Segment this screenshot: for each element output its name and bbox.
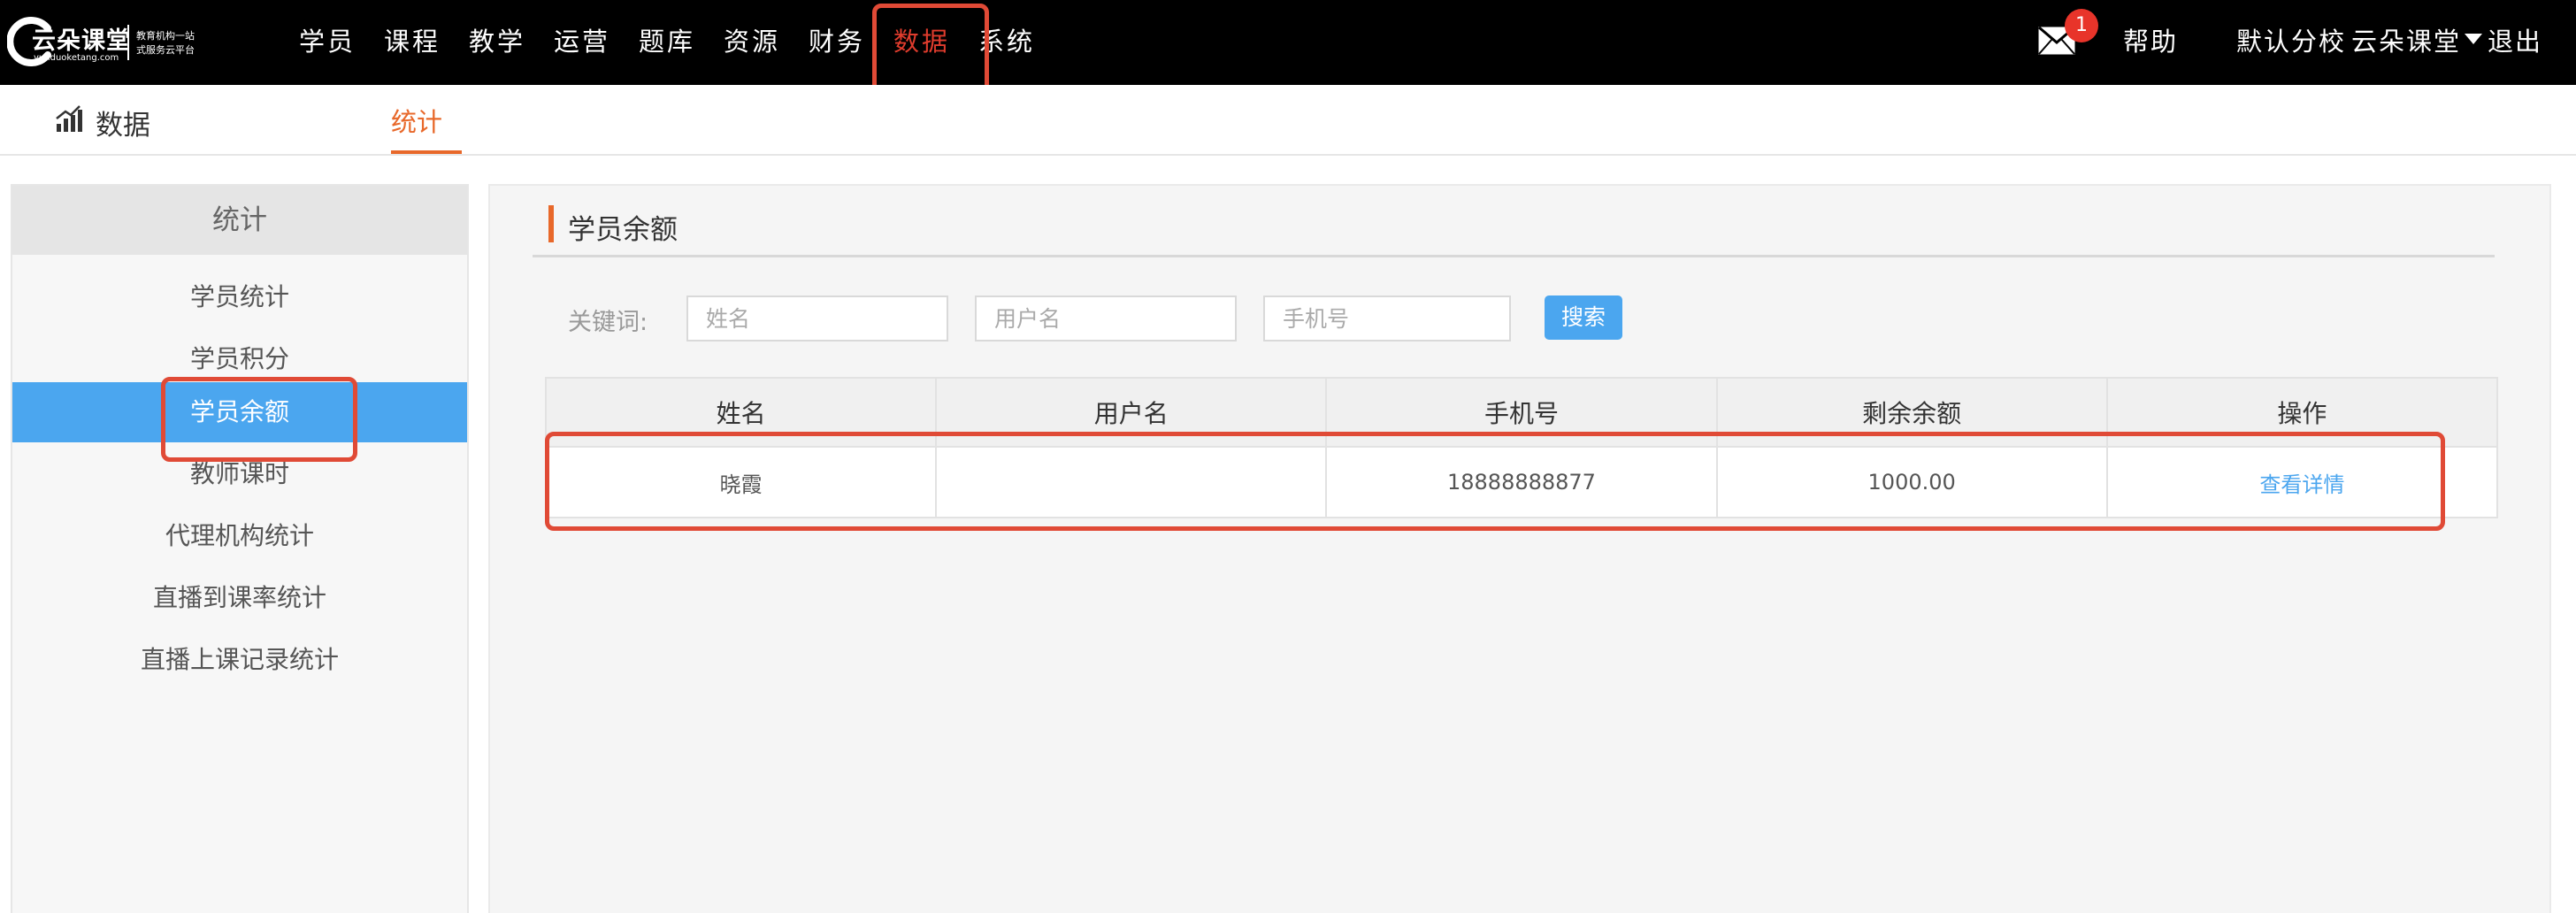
- nav-item-teaching[interactable]: 教学: [469, 21, 525, 58]
- nav-item-students[interactable]: 学员: [299, 21, 356, 58]
- brand-divider: [127, 25, 129, 60]
- sidebar-item-student-points[interactable]: 学员积分: [12, 329, 467, 389]
- section-title: 数据: [96, 110, 150, 142]
- sidebar-item-live-records[interactable]: 直播上课记录统计: [12, 630, 467, 690]
- nav-item-question-bank[interactable]: 题库: [639, 21, 695, 58]
- logout-link[interactable]: 退出: [2488, 21, 2542, 58]
- sidebar: 统计 学员统计 学员积分 学员余额 教师课时 代理机构统计 直播到课率统计 直播…: [11, 184, 469, 913]
- help-link[interactable]: 帮助: [2123, 21, 2178, 58]
- panel-title: 学员余额: [568, 214, 678, 246]
- phone-input[interactable]: [1263, 295, 1511, 341]
- brand-tagline-1: 教育机构一站: [136, 30, 195, 42]
- column-header-name: 姓名: [544, 377, 938, 448]
- table-header-row: 姓名 用户名 手机号 剩余余额 操作: [544, 377, 2499, 448]
- column-header-balance: 剩余余额: [1715, 377, 2108, 448]
- name-input[interactable]: [686, 295, 948, 341]
- brand-logo[interactable]: 云朵课堂 yunduoketang.com 教育机构一站 式服务云平台: [7, 16, 211, 67]
- notification-badge: 1: [2065, 9, 2098, 42]
- keyword-label: 关键词:: [568, 309, 648, 336]
- sidebar-item-teacher-hours[interactable]: 教师课时: [12, 444, 467, 504]
- cell-username: [935, 446, 1328, 518]
- view-details-link[interactable]: 查看详情: [2105, 446, 2499, 518]
- username-input[interactable]: [975, 295, 1237, 341]
- cell-balance: 1000.00: [1715, 446, 2108, 518]
- column-header-username: 用户名: [935, 377, 1328, 448]
- column-header-phone: 手机号: [1325, 377, 1718, 448]
- main-content: 学员余额 关键词: 搜索 姓名 用户名 手机号 剩余余额 操作 晓霞 18888…: [488, 184, 2551, 913]
- org-selector[interactable]: 云朵课堂: [2351, 21, 2461, 58]
- nav-item-finance[interactable]: 财务: [809, 21, 865, 58]
- panel-title-accent: [548, 205, 554, 242]
- brand-tagline-2: 式服务云平台: [136, 44, 195, 56]
- nav-item-courses[interactable]: 课程: [384, 21, 441, 58]
- nav-item-data[interactable]: 数据: [893, 21, 950, 58]
- cell-name: 晓霞: [544, 446, 938, 518]
- sidebar-header: 统计: [12, 186, 467, 255]
- campus-selector[interactable]: 默认分校: [2236, 21, 2346, 58]
- sidebar-item-live-attendance[interactable]: 直播到课率统计: [12, 568, 467, 628]
- nav-item-system[interactable]: 系统: [978, 21, 1035, 58]
- column-header-action: 操作: [2105, 377, 2499, 448]
- cell-phone: 18888888877: [1325, 446, 1718, 518]
- table-row: 晓霞 18888888877 1000.00 查看详情: [544, 446, 2499, 518]
- chart-icon: [56, 105, 82, 132]
- section-header-bar: 数据 统计: [0, 85, 2576, 156]
- sidebar-item-student-stats[interactable]: 学员统计: [12, 267, 467, 327]
- sidebar-item-agency-stats[interactable]: 代理机构统计: [12, 506, 467, 566]
- panel-divider: [533, 255, 2495, 257]
- caret-down-icon[interactable]: [2465, 34, 2482, 44]
- brand-name: 云朵课堂: [32, 27, 131, 55]
- brand-domain: yunduoketang.com: [34, 53, 119, 63]
- nav-item-operations[interactable]: 运营: [554, 21, 610, 58]
- balance-table: 姓名 用户名 手机号 剩余余额 操作 晓霞 18888888877 1000.0…: [544, 377, 2499, 518]
- top-nav-bar: 云朵课堂 yunduoketang.com 教育机构一站 式服务云平台 学员 课…: [0, 0, 2576, 85]
- search-button[interactable]: 搜索: [1545, 295, 1622, 340]
- tab-active-indicator: [391, 150, 462, 154]
- nav-item-resources[interactable]: 资源: [724, 21, 780, 58]
- tab-statistics[interactable]: 统计: [391, 102, 442, 139]
- sidebar-item-student-balance[interactable]: 学员余额: [12, 382, 467, 442]
